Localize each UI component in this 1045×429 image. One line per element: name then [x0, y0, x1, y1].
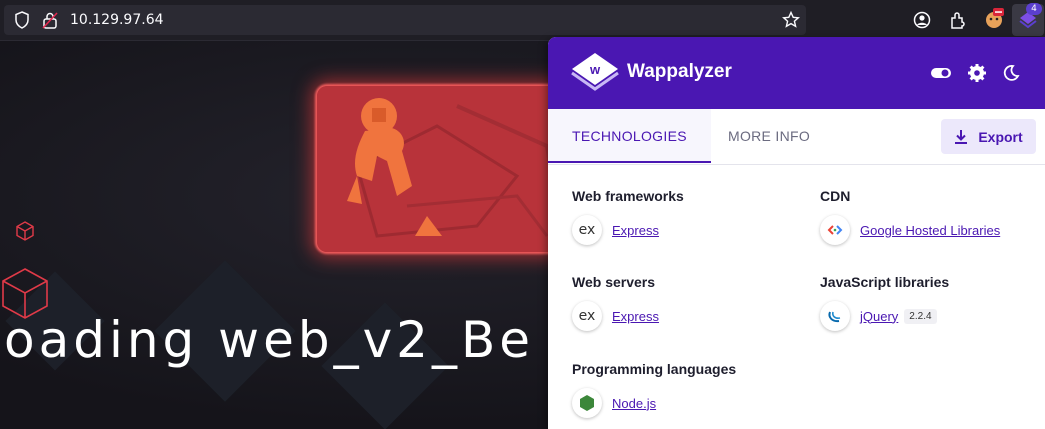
settings-gear-icon[interactable]	[968, 64, 986, 82]
tech-item-express: ex Express	[572, 215, 659, 245]
tab-more-info[interactable]: MORE INFO	[704, 109, 834, 163]
lock-insecure-icon[interactable]	[42, 11, 58, 29]
jquery-icon	[820, 301, 850, 331]
tab-technologies[interactable]: TECHNOLOGIES	[548, 109, 711, 163]
category-web-frameworks: Web frameworks	[572, 188, 684, 204]
express-icon: ex	[572, 215, 602, 245]
hero-image	[317, 86, 577, 252]
address-bar[interactable]: 10.129.97.64	[4, 5, 806, 35]
tech-link-express[interactable]: Express	[612, 309, 659, 324]
svg-text:w: w	[589, 62, 601, 77]
category-cdn: CDN	[820, 188, 851, 204]
cube-icon	[16, 221, 34, 241]
tech-link-jquery[interactable]: jQuery	[860, 309, 898, 324]
tech-link-express[interactable]: Express	[612, 223, 659, 238]
bookmark-star-icon[interactable]	[782, 11, 800, 29]
export-label: Export	[978, 128, 1023, 145]
tech-link-google-hosted-libraries[interactable]: Google Hosted Libraries	[860, 223, 1000, 238]
tech-item-nodejs: Node.js	[572, 388, 656, 418]
category-javascript-libraries: JavaScript libraries	[820, 274, 950, 290]
tech-item-google-hosted-libraries: Google Hosted Libraries	[820, 215, 1000, 245]
tech-item-jquery: jQuery 2.2.4	[820, 301, 937, 331]
dark-mode-moon-icon[interactable]	[1002, 64, 1020, 82]
export-button[interactable]: Export	[941, 119, 1036, 154]
wappalyzer-logo-icon: w	[571, 53, 619, 91]
express-icon: ex	[572, 301, 602, 331]
category-programming-languages: Programming languages	[572, 361, 737, 377]
tech-item-express: ex Express	[572, 301, 659, 331]
popup-header: w Wappalyzer	[548, 37, 1045, 109]
account-icon[interactable]	[913, 11, 931, 29]
shield-icon[interactable]	[14, 11, 30, 29]
tech-link-nodejs[interactable]: Node.js	[612, 396, 656, 411]
download-icon	[955, 129, 968, 144]
astronaut-illustration	[317, 86, 577, 252]
google-hosted-libraries-icon	[820, 215, 850, 245]
category-web-servers: Web servers	[572, 274, 656, 290]
wappalyzer-popup: w Wappalyzer TECHNOLOGIES MORE INFO Expo…	[548, 37, 1045, 429]
browser-toolbar: 10.129.97.64 4	[0, 0, 1045, 41]
extensions-puzzle-icon[interactable]	[948, 10, 968, 30]
extension-count-badge: 4	[1026, 3, 1042, 15]
brand-name: Wappalyzer	[627, 61, 732, 82]
version-badge: 2.2.4	[904, 308, 937, 324]
toggle-icon[interactable]	[930, 64, 952, 82]
nodejs-icon	[572, 388, 602, 418]
url-text[interactable]: 10.129.97.64	[70, 12, 164, 28]
loading-text: oading web_v2_Be	[4, 311, 535, 369]
ublock-face-icon[interactable]	[983, 6, 1005, 30]
